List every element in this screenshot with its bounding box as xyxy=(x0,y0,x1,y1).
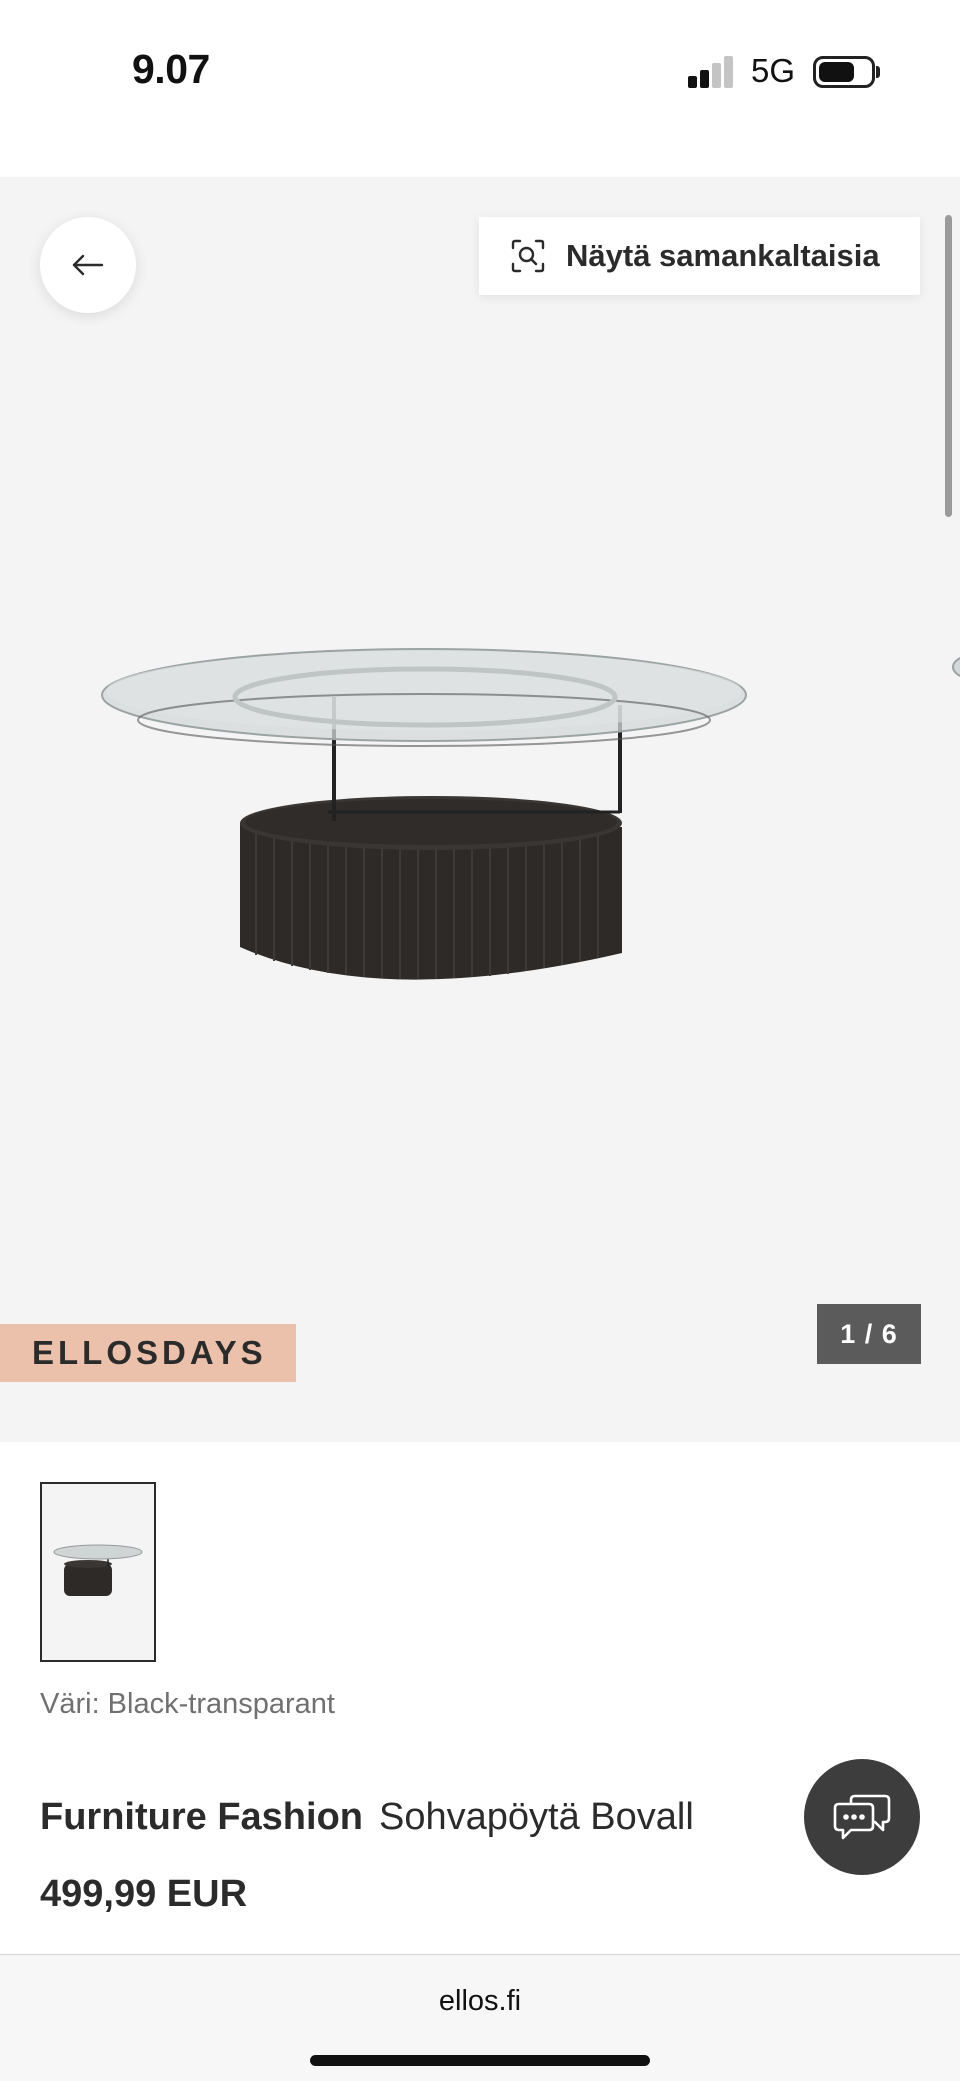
product-image-gallery[interactable]: Näytä samankaltaisia ELLOSDAYS 1 / 6 xyxy=(0,177,960,1442)
arrow-left-icon xyxy=(72,254,104,276)
network-type-label: 5G xyxy=(751,52,796,89)
promo-badge: ELLOSDAYS xyxy=(0,1324,296,1382)
chat-bubbles-icon xyxy=(833,1794,891,1840)
product-price: 499,99 EUR xyxy=(40,1873,248,1915)
product-name: Sohvapöytä Bovall xyxy=(379,1796,694,1838)
battery-icon xyxy=(813,56,875,88)
promo-badge-text: ELLOSDAYS xyxy=(32,1334,267,1371)
scrollbar[interactable] xyxy=(945,215,952,517)
back-button[interactable] xyxy=(40,217,136,313)
next-image-peek xyxy=(952,657,960,677)
browser-address-bar: ellos.fi xyxy=(0,1954,960,2081)
chat-button[interactable] xyxy=(804,1759,920,1875)
battery-cap xyxy=(876,66,880,78)
product-thumbnail[interactable] xyxy=(40,1482,156,1662)
visual-search-icon xyxy=(511,239,545,273)
thumbnail-image xyxy=(53,1544,143,1596)
url-text[interactable]: ellos.fi xyxy=(0,1985,960,2018)
product-image-coffee-table xyxy=(101,648,747,980)
product-title: Furniture Fashion Sohvapöytä Bovall xyxy=(40,1796,694,1839)
color-label: Väri: Black-transparant xyxy=(40,1688,335,1720)
status-bar: 9.07 5G xyxy=(0,0,960,177)
show-similar-button[interactable]: Näytä samankaltaisia xyxy=(479,217,920,295)
product-brand: Furniture Fashion xyxy=(40,1796,363,1838)
status-time: 9.07 xyxy=(132,46,210,92)
image-pager: 1 / 6 xyxy=(817,1304,921,1364)
home-indicator xyxy=(310,2055,650,2066)
cellular-signal-icon xyxy=(688,56,736,88)
battery-level xyxy=(819,62,854,82)
show-similar-label: Näytä samankaltaisia xyxy=(566,238,880,273)
